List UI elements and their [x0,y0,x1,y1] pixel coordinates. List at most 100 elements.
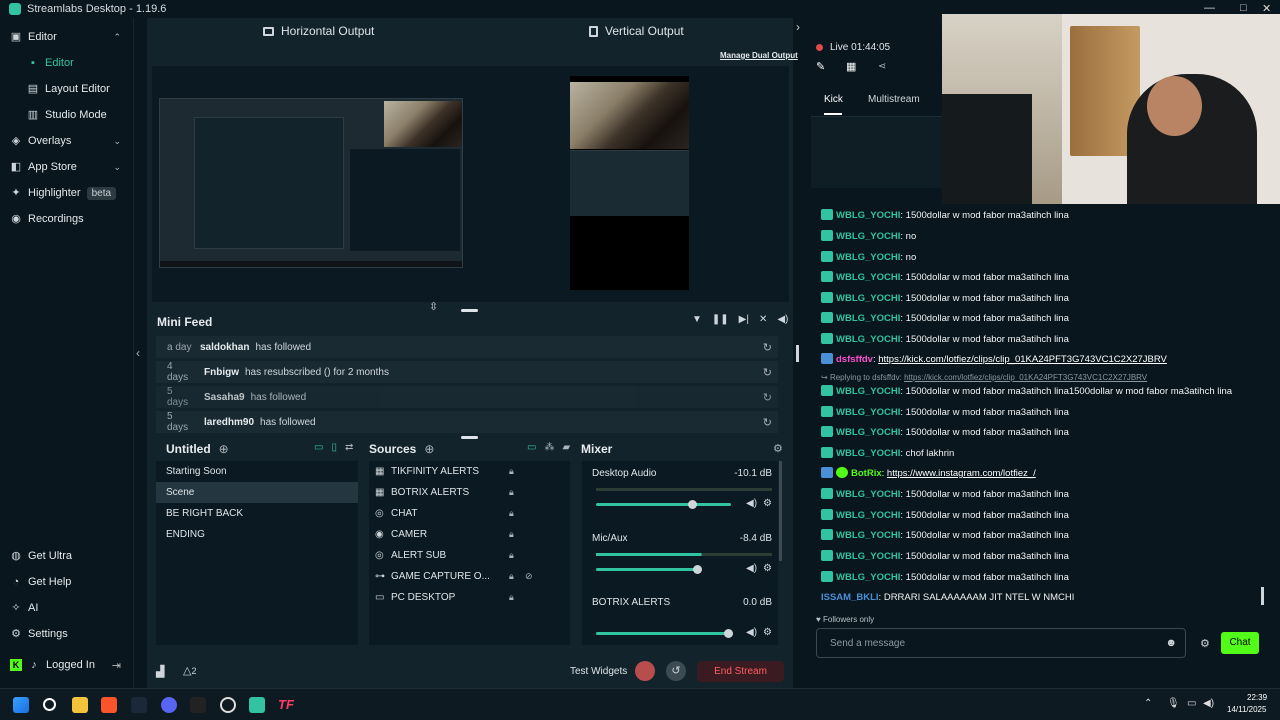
source-item[interactable]: ◎ CHAT 🔒︎ [369,503,570,524]
chat-user[interactable]: WBLG_YOCHI [836,448,900,459]
sidebar-item-overlays[interactable]: ◈ Overlays ⌄ [0,128,133,154]
chat-user[interactable]: WBLG_YOCHI [836,252,900,263]
logout-icon[interactable]: ⇥ [112,659,121,672]
pause-icon[interactable]: ❚❚ [712,314,729,325]
volume-slider[interactable] [596,500,731,509]
drag-handle[interactable] [461,309,478,312]
chat-user[interactable]: WBLG_YOCHI [836,293,900,304]
tab-multistream[interactable]: Multistream [868,94,920,105]
emoji-icon[interactable]: ☻ [1165,637,1177,649]
reply-link[interactable]: https://kick.com/lotfiez/clips/clip_01KA… [904,373,1147,382]
speaker-tray-icon[interactable]: ◀) [1203,698,1214,709]
send-chat-button[interactable]: Chat [1221,632,1259,654]
chat-user[interactable]: WBLG_YOCHI [836,210,900,221]
skip-icon[interactable]: ▶| [739,314,749,325]
channel-settings-icon[interactable]: ⚙ [763,563,772,574]
sidebar-item-ai[interactable]: ✧ AI [0,595,133,621]
dashboard-icon[interactable]: ▦ [846,60,856,73]
chat-user[interactable]: WBLG_YOCHI [836,551,900,562]
lock-icon[interactable]: 🔒︎ [509,571,514,582]
volume-knob[interactable] [693,565,702,574]
chat-user[interactable]: WBLG_YOCHI [836,572,900,583]
sidebar-item-studio-mode[interactable]: ▥ Studio Mode [0,102,133,128]
source-item[interactable]: ⊶ GAME CAPTURE O... 🔒︎ ⊘ [369,566,570,587]
horizontal-view-icon[interactable]: ▭ [314,442,323,453]
manage-dual-output-link[interactable]: Manage Dual Output [720,51,798,60]
steam-icon[interactable] [131,697,147,713]
streamlabs-taskbar-icon[interactable] [249,697,265,713]
chat-user[interactable]: dsfsffdv [836,354,873,365]
chat-user[interactable]: WBLG_YOCHI [836,386,900,397]
sidebar-item-recordings[interactable]: ◉ Recordings [0,206,133,232]
volume-slider[interactable] [596,565,702,574]
end-stream-button[interactable]: End Stream [697,661,784,682]
hidden-eye-icon[interactable]: ⊘ [525,571,533,582]
network-icon[interactable]: ▭ [1187,698,1196,709]
source-item[interactable]: ▦ BOTRIX ALERTS 🔒︎ [369,482,570,503]
search-icon[interactable] [43,698,56,711]
horizontal-preview[interactable] [159,98,463,268]
add-source-icon[interactable]: ⊕ [424,442,434,456]
chat-scrollbar[interactable] [1261,587,1264,605]
group-icon[interactable]: ⁂ [544,442,554,453]
tray-chevron-icon[interactable]: ⌃ [1144,698,1152,709]
volume-slider[interactable] [596,629,733,638]
sidebar-item-editor-group[interactable]: ▣ Editor ⌃ [0,24,133,50]
volume-knob[interactable] [688,500,697,509]
discord-icon[interactable] [161,697,177,713]
channel-settings-icon[interactable]: ⚙ [763,627,772,638]
chat-user[interactable]: WBLG_YOCHI [836,334,900,345]
maximize-button[interactable]: □ [1240,2,1247,14]
scene-item[interactable]: Starting Soon [156,461,358,482]
replay-buffer-button[interactable]: ↺ [666,661,686,681]
resize-handle-icon[interactable]: ⇳ [429,300,438,313]
edit-stream-icon[interactable]: ✎ [816,60,825,73]
sidebar-item-logged-in[interactable]: K ♪ Logged In ⇥ [0,652,133,678]
source-item[interactable]: ▭ PC DESKTOP 🔒︎ [369,587,570,608]
sidebar-item-highlighter[interactable]: ✦ Highlighter beta [0,180,133,206]
scene-collection-title[interactable]: Untitled [166,442,211,456]
chat-user[interactable]: WBLG_YOCHI [836,313,900,324]
tab-kick[interactable]: Kick [824,94,843,105]
replay-icon[interactable]: ↻ [763,341,772,354]
folder-icon[interactable]: ▰ [562,442,570,453]
chat-input-box[interactable]: Send a message ☻ [816,628,1186,658]
chat-user[interactable]: WBLG_YOCHI [836,530,900,541]
alerts-icon[interactable]: △2 [183,664,196,677]
vertical-preview[interactable] [570,76,689,290]
chevron-right-icon[interactable]: › [796,20,800,34]
chat-user[interactable]: ISSAM_BKLI [821,592,879,603]
source-item[interactable]: ◎ ALERT SUB 🔒︎ [369,545,570,566]
scene-item[interactable]: BE RIGHT BACK [156,503,358,524]
chat-user[interactable]: WBLG_YOCHI [836,407,900,418]
replay-icon[interactable]: ↻ [763,416,772,429]
lock-icon[interactable]: 🔒︎ [509,550,514,561]
lock-icon[interactable]: 🔒︎ [509,466,514,477]
epic-games-icon[interactable] [190,697,206,713]
volume-knob[interactable] [724,629,733,638]
transitions-icon[interactable]: ⇄ [345,442,353,453]
source-item[interactable]: ▦ TIKFINITY ALERTS 🔒︎ [369,461,570,482]
sidebar-item-get-ultra[interactable]: ◍ Get Ultra [0,543,133,569]
speaker-icon[interactable]: ◀) [746,627,757,638]
replay-icon[interactable]: ↻ [763,391,772,404]
drag-handle[interactable] [461,436,478,439]
share-icon[interactable]: ⋖ [878,61,886,72]
chat-link[interactable]: https://kick.com/lotfiez/clips/clip_01KA… [878,354,1167,365]
game-launcher-icon[interactable] [220,697,236,713]
file-explorer-icon[interactable] [72,697,88,713]
lock-icon[interactable]: 🔒︎ [509,592,514,603]
scene-item-selected[interactable]: Scene [156,482,358,503]
minimize-button[interactable]: — [1204,2,1215,14]
sidebar-item-layout-editor[interactable]: ▤ Layout Editor [0,76,133,102]
speaker-icon[interactable]: ◀) [746,498,757,509]
scene-item[interactable]: ENDING [156,524,358,545]
microphone-icon[interactable]: 🎙︎ [1167,698,1180,709]
sidebar-item-editor[interactable]: ▪ Editor [0,50,133,76]
scrollbar[interactable] [796,345,799,362]
volume-icon[interactable]: ◀) [777,314,788,325]
chat-user[interactable]: WBLG_YOCHI [836,489,900,500]
tikfinity-icon[interactable]: TF [278,697,294,713]
chat-settings-icon[interactable]: ⚙ [1200,637,1210,650]
chat-user[interactable]: WBLG_YOCHI [836,272,900,283]
